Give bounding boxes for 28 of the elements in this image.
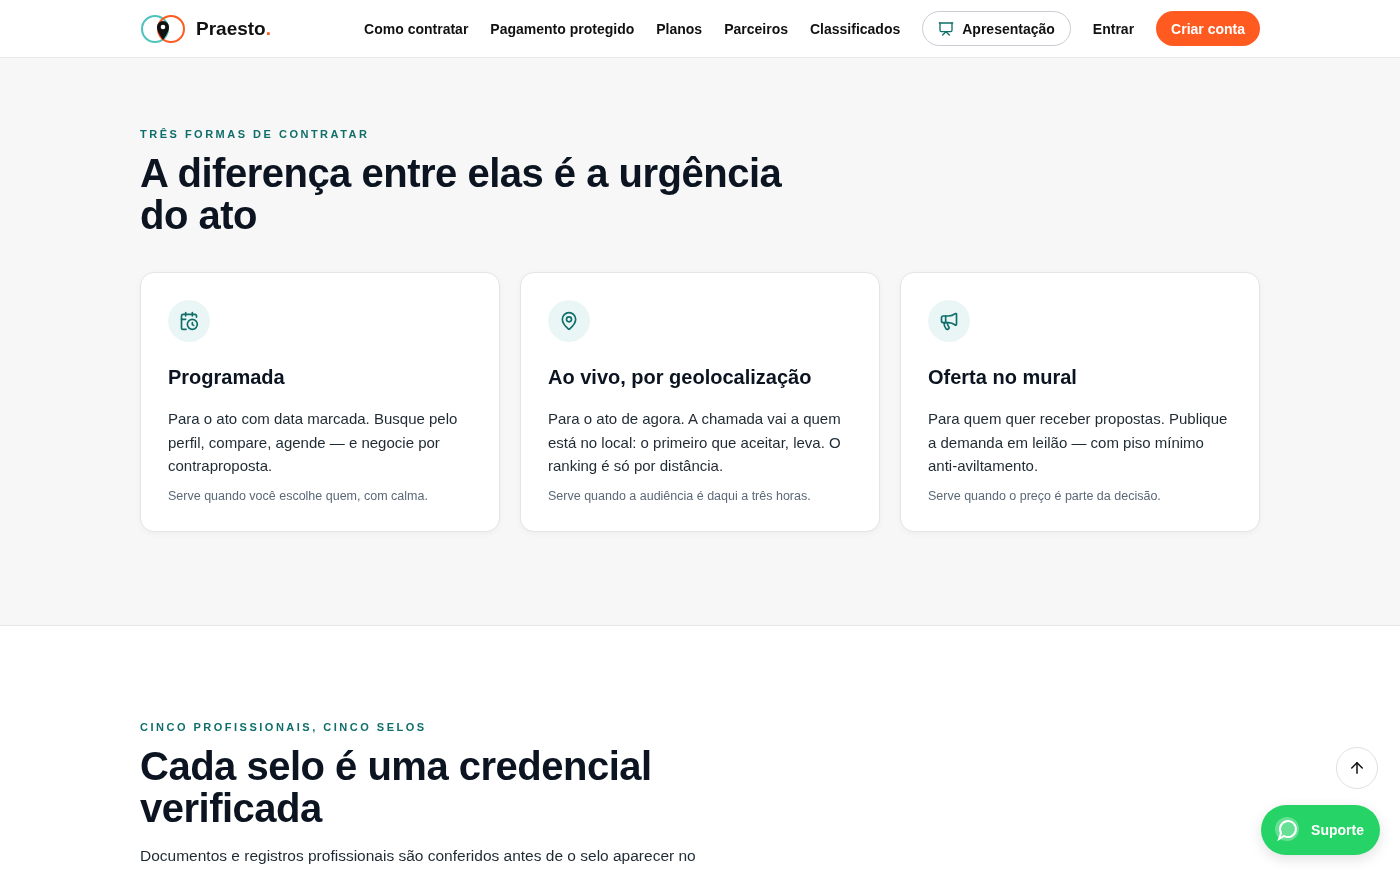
card-title: Programada — [168, 366, 286, 389]
nav-link[interactable]: Classificados — [810, 20, 901, 37]
nav-link[interactable]: Planos — [656, 20, 703, 37]
card-note: Serve quando você escolhe quem, com calma. — [168, 488, 429, 503]
nav-link[interactable]: Parceiros — [724, 20, 788, 37]
section-title: Cada selo é uma credencial verificada — [140, 744, 653, 829]
nav-link[interactable]: Como contratar — [364, 20, 469, 37]
brand-name[interactable]: Praesto. — [196, 17, 271, 40]
section-eyebrow: CINCO PROFISSIONAIS, CINCO SELOS — [140, 720, 428, 733]
card-description: Para quem quer receber propostas. Publique a demanda em leilão — com piso mínimo anti-aviltamento. — [928, 409, 1229, 476]
presentation-icon — [938, 20, 955, 37]
logo-icon — [140, 13, 186, 44]
presentation-button[interactable]: Apresentação — [922, 11, 1071, 46]
card-description: Para o ato com data marcada. Busque pelo perfil, compare, agende — e negocie por contraproposta. — [168, 409, 459, 476]
card-note: Serve quando o preço é parte da decisão. — [928, 488, 1162, 503]
card-title: Ao vivo, por geolocalização — [548, 366, 813, 389]
nav-link[interactable]: Pagamento protegido — [490, 20, 635, 37]
calendar-clock-icon — [168, 300, 210, 342]
section-description: Documentos e registros profissionais são conferidos antes de o selo aparecer no — [140, 846, 697, 865]
card-description: Para o ato de agora. A chamada vai a quem está no local: o primeiro que aceitar, leva. O ranking é só por distância. — [548, 409, 842, 476]
card-title: Oferta no mural — [928, 366, 1078, 389]
login-link[interactable]: Entrar — [1092, 20, 1135, 37]
megaphone-icon — [928, 300, 970, 342]
chat-bubble-icon — [1273, 816, 1302, 844]
card-note: Serve quando a audiência é daqui a três horas. — [548, 488, 812, 503]
map-pin-icon — [548, 300, 590, 342]
section-title: A diferença entre elas é a urgência do ato — [140, 152, 783, 236]
section-eyebrow: TRÊS FORMAS DE CONTRATAR — [140, 128, 371, 140]
